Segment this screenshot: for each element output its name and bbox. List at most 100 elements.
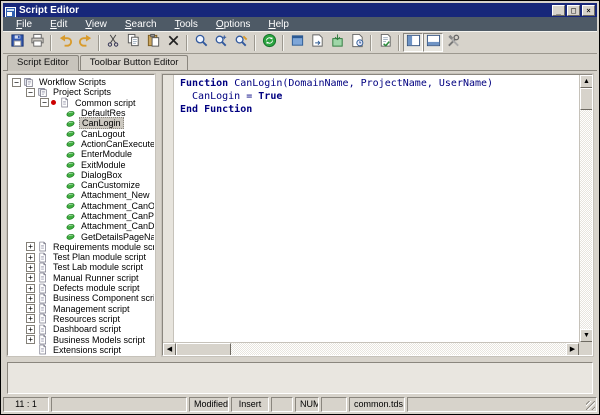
tree-item-attachment-candelete[interactable]: Attachment_CanDelete [10,221,154,231]
expand-icon[interactable]: + [26,314,35,323]
replace-button[interactable] [231,33,251,52]
tree-item-canlogin[interactable]: CanLogin [10,118,154,128]
tree-item-extensions-script[interactable]: Extensions script [10,345,154,355]
collapse-icon[interactable]: − [40,98,49,107]
tree-item-workflow-scripts[interactable]: −Workflow Scripts [10,77,154,87]
maximize-button[interactable]: □ [567,5,580,16]
tree-item-common-script[interactable]: −Common script [10,98,154,108]
collapse-icon[interactable]: − [12,78,21,87]
tab-script-editor[interactable]: Script Editor [7,55,79,71]
menu-view[interactable]: View [76,18,116,31]
help-button[interactable]: ? [577,35,593,51]
code-editor[interactable]: Function CanLogin(DomainName, ProjectNam… [175,75,579,342]
tree-item-dialogbox[interactable]: DialogBox [10,170,154,180]
tree-item-attachment-canpost[interactable]: Attachment_CanPost [10,211,154,221]
title-bar[interactable]: Script Editor _ □ × [3,3,597,17]
tree-item-attachment-canopen[interactable]: Attachment_CanOpen [10,201,154,211]
expand-icon[interactable]: + [26,253,35,262]
code-line: CanLogin = True [180,90,579,103]
scroll-down-arrow-icon[interactable]: ▼ [580,329,593,342]
sync-scripts-button[interactable] [259,33,279,52]
vertical-scrollbar[interactable]: ▲ ▼ [579,75,592,342]
tree-item-exitmodule[interactable]: ExitModule [10,159,154,169]
tree-item-getdetailspagename[interactable]: GetDetailsPageName [10,231,154,241]
menu-tools[interactable]: Tools [166,18,207,31]
menu-help[interactable]: Help [259,18,298,31]
cut-button[interactable] [103,33,123,52]
vertical-scroll-thumb[interactable] [580,88,593,110]
stack-icon [37,87,48,98]
toggle-message-pane-button[interactable] [423,33,443,52]
paste-button[interactable] [143,33,163,52]
expand-icon[interactable]: + [26,335,35,344]
tree-item-defects-module-script[interactable]: + Defects module script [10,283,154,293]
menu-file[interactable]: File [7,18,41,31]
minimize-button[interactable]: _ [552,5,565,16]
insert-mode-indicator: Insert [231,397,269,412]
tree-item-canlogout[interactable]: CanLogout [10,128,154,138]
horizontal-scroll-thumb[interactable] [176,343,231,356]
tree-item-actioncanexecute[interactable]: ActionCanExecute [10,139,154,149]
horizontal-scrollbar[interactable]: ◀ ▶ [163,342,579,355]
tree-item-resources-script[interactable]: + Resources script [10,314,154,324]
expand-icon[interactable]: + [26,304,35,313]
tree-item-requirements-module-script[interactable]: +Requirements module script [10,242,154,252]
tree-item-dashboard-script[interactable]: +Dashboard script [10,324,154,334]
tree-item-project-scripts[interactable]: −Project Scripts [10,87,154,97]
delete-button[interactable] [163,33,183,52]
panel-splitter[interactable] [155,74,162,356]
main-content: −Workflow Scripts−Project Scripts−Common… [3,71,597,358]
go-to-page-button[interactable] [307,33,327,52]
undo-button[interactable] [55,33,75,52]
tree-item-label: Resources script [51,314,122,324]
print-icon [30,33,45,53]
tree-item-entermodule[interactable]: EnterModule [10,149,154,159]
cursor-position: 11 : 1 [3,397,49,412]
tree-item-cancustomize[interactable]: CanCustomize [10,180,154,190]
expand-icon[interactable]: + [26,263,35,272]
tree-item-label: CanLogin [79,117,124,129]
code-line: Function CanLogin(DomainName, ProjectNam… [180,77,579,90]
status-spacer-1 [51,397,187,412]
tree-item-business-component-script[interactable]: +Business Component script [10,293,154,303]
scroll-left-arrow-icon[interactable]: ◀ [163,343,176,356]
scroll-right-arrow-icon[interactable]: ▶ [566,343,579,356]
expand-icon[interactable]: + [26,294,35,303]
menu-options[interactable]: Options [207,18,259,31]
tree-item-test-plan-module-script[interactable]: +Test Plan module script [10,252,154,262]
print-button[interactable] [27,33,47,52]
redo-button[interactable] [75,33,95,52]
save-button[interactable] [7,33,27,52]
expand-icon[interactable]: + [26,273,35,282]
syntax-check-button[interactable] [375,33,395,52]
page-history-button[interactable] [347,33,367,52]
copy-button[interactable] [123,33,143,52]
find-button[interactable] [191,33,211,52]
collapse-icon[interactable]: − [26,88,35,97]
tree-item-management-script[interactable]: +Management script [10,304,154,314]
delete-icon [166,33,181,53]
find-next-button[interactable] [211,33,231,52]
tree-item-manual-runner-script[interactable]: +Manual Runner script [10,273,154,283]
scroll-up-arrow-icon[interactable]: ▲ [580,75,593,88]
menu-search[interactable]: Search [116,18,166,31]
close-button[interactable]: × [582,5,595,16]
expand-icon[interactable]: + [26,325,35,334]
customize-toolbar-button[interactable] [443,33,463,52]
tree-item-business-models-script[interactable]: +Business Models script [10,334,154,344]
tree-item-label: Defects module script [51,283,142,293]
expand-icon[interactable]: + [26,284,35,293]
properties-window-button[interactable] [287,33,307,52]
import-script-button[interactable] [327,33,347,52]
toggle-tree-pane-icon [406,33,421,53]
tree-item-attachment-new[interactable]: Attachment_New [10,190,154,200]
tab-toolbar-button-editor[interactable]: Toolbar Button Editor [80,55,189,70]
expand-icon[interactable]: + [26,242,35,251]
script-tree-panel[interactable]: −Workflow Scripts−Project Scripts−Common… [7,74,155,356]
menu-edit[interactable]: Edit [41,18,76,31]
resize-grip[interactable] [586,401,595,410]
tree-item-test-lab-module-script[interactable]: +Test Lab module script [10,262,154,272]
import-script-icon [330,33,345,53]
toggle-tree-pane-button[interactable] [403,33,423,52]
code-line: End Function [180,103,579,116]
